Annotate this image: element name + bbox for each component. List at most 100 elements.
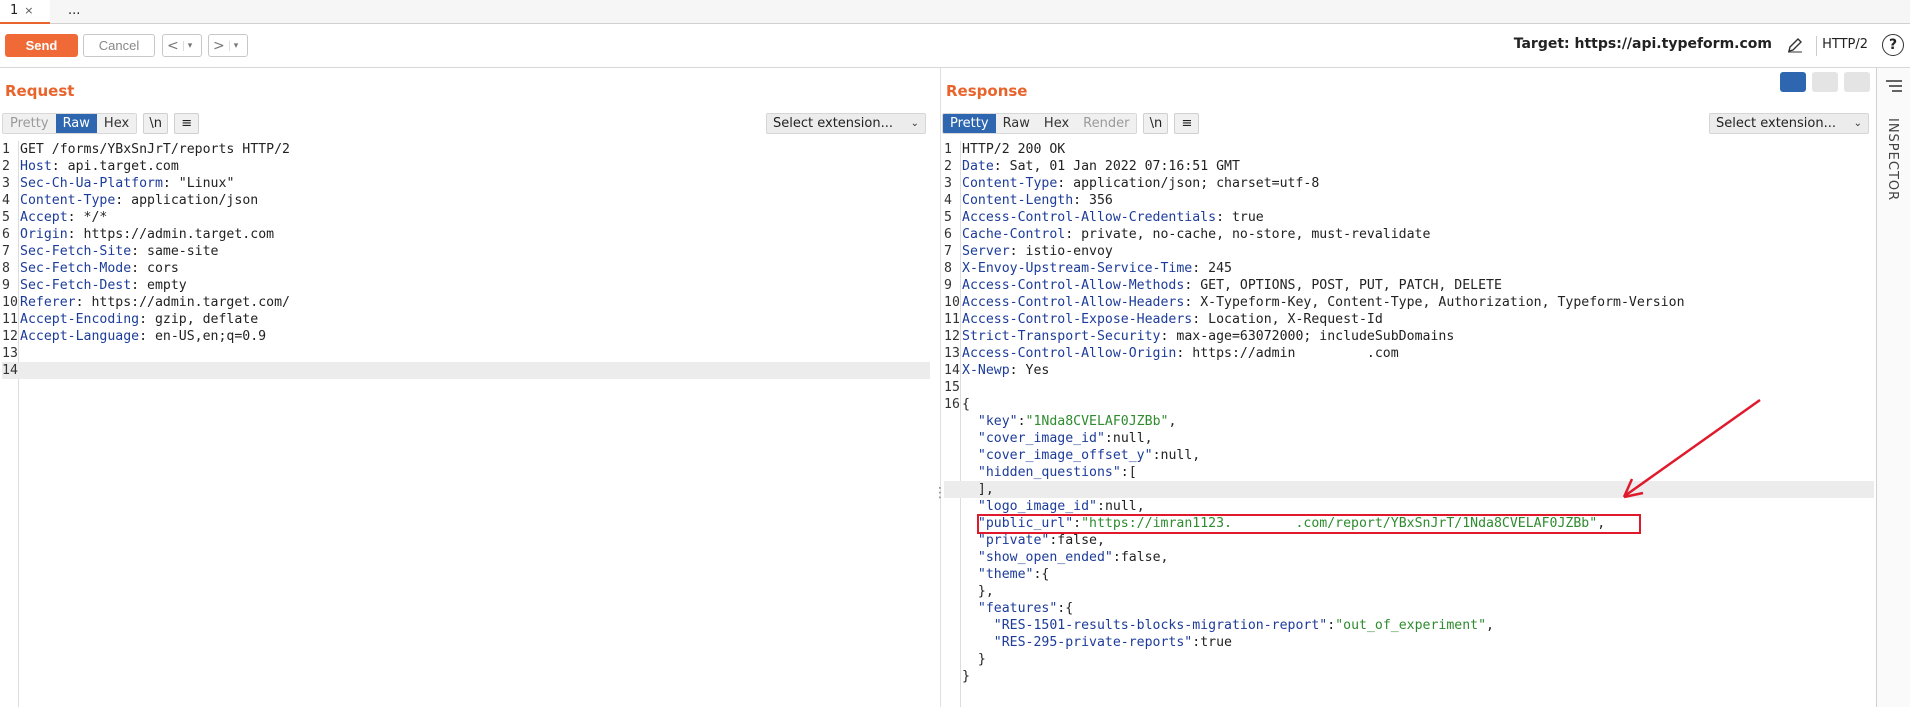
tab-more[interactable]: ... <box>58 0 88 24</box>
line-number: 11 <box>944 312 960 327</box>
line-number: 6 <box>944 227 952 242</box>
code-line: 10 Referer: https://admin.target.com/ <box>2 294 930 311</box>
pencil-icon[interactable] <box>1786 36 1804 54</box>
header-value: : GET, OPTIONS, POST, PUT, PATCH, DELETE <box>1184 278 1502 293</box>
chevron-down-icon[interactable]: ▾ <box>228 40 243 51</box>
help-icon[interactable]: ? <box>1882 34 1904 56</box>
tab-raw[interactable]: Raw <box>55 114 97 133</box>
response-select-extension[interactable]: Select extension... ⌄ <box>1709 113 1869 134</box>
code-line: 13 <box>2 345 930 362</box>
json-token: null, <box>1104 499 1145 514</box>
line-number: 8 <box>2 261 10 276</box>
header-name: Referer <box>20 295 76 310</box>
split-view-icon[interactable] <box>1780 72 1806 92</box>
header-value: : same-site <box>131 244 219 259</box>
code-line: 2 Host: api.target.com <box>2 158 930 175</box>
header-value: GET /forms/YBxSnJrT/reports HTTP/2 <box>20 142 290 157</box>
menu-icon[interactable]: ≡ <box>1174 113 1200 134</box>
header-value: : Yes <box>1009 363 1050 378</box>
header-name: Content-Type <box>962 176 1058 191</box>
menu-icon[interactable]: ≡ <box>174 113 200 134</box>
single-view-icon[interactable] <box>1844 72 1870 92</box>
header-value: : true <box>1216 210 1264 225</box>
back-button[interactable]: < ▾ <box>162 34 202 57</box>
cancel-button[interactable]: Cancel <box>83 34 155 57</box>
inspector-label[interactable]: INSPECTOR <box>1885 118 1900 201</box>
tab-raw[interactable]: Raw <box>995 114 1037 133</box>
response-mode-bar: Pretty Raw Hex Render \n ≡ <box>942 113 1200 134</box>
json-key: "RES-295-private-reports" <box>962 635 1193 650</box>
newline-toggle-button[interactable]: \n <box>143 113 169 134</box>
code-line: 5 Accept: */* <box>2 209 930 226</box>
chevron-down-icon[interactable]: ▾ <box>182 40 197 51</box>
header-name: Accept-Encoding <box>20 312 140 327</box>
json-key: "cover_image_id" <box>962 431 1105 446</box>
tab-pretty[interactable]: Pretty <box>943 114 996 133</box>
request-editor[interactable]: 1 GET /forms/YBxSnJrT/reports HTTP/2 2 Host… <box>2 141 930 379</box>
pane-divider[interactable] <box>940 68 941 707</box>
layout-toggle <box>1780 72 1870 92</box>
tab-hex[interactable]: Hex <box>96 114 137 133</box>
json-separator: : <box>1192 635 1201 650</box>
json-key: "RES-1501-results-blocks-migration-repor… <box>962 618 1328 633</box>
header-name: Access-Control-Allow-Credentials <box>962 210 1217 225</box>
line-number: 13 <box>944 346 960 361</box>
header-value: : https://admin.target.com/ <box>75 295 290 310</box>
header-value: : "Linux" <box>162 176 235 191</box>
json-separator: : <box>1120 465 1129 480</box>
tab-render[interactable]: Render <box>1076 114 1137 133</box>
response-mode-tabs: Pretty Raw Hex Render <box>942 113 1138 134</box>
json-token: { <box>1065 601 1074 616</box>
json-token: , <box>1168 414 1177 429</box>
tab-pretty[interactable]: Pretty <box>3 114 56 133</box>
header-value: : https://admin.target.com <box>67 227 275 242</box>
horizontal-view-icon[interactable] <box>1812 72 1838 92</box>
toolbar: Send Cancel < ▾ > ▾ Target: https://api.ty… <box>0 24 1910 68</box>
json-separator: : <box>1104 431 1113 446</box>
header-value: : Sat, 01 Jan 2022 07:16:51 GMT <box>993 159 1240 174</box>
line-number: 3 <box>2 176 10 191</box>
code-line: 8 Sec-Fetch-Mode: cors <box>2 260 930 277</box>
header-name: X-Envoy-Upstream-Service-Time <box>962 261 1193 276</box>
code-line: 6 Cache-Control: private, no-cache, no-st… <box>944 226 1874 243</box>
line-number: 3 <box>944 176 952 191</box>
json-line: } <box>944 651 1874 668</box>
line-number: 7 <box>944 244 952 259</box>
request-select-extension[interactable]: Select extension... ⌄ <box>766 113 926 134</box>
send-button[interactable]: Send <box>5 34 78 57</box>
json-line: "show_open_ended":false, <box>944 549 1874 566</box>
line-number: 4 <box>2 193 10 208</box>
menu-icon[interactable] <box>1886 80 1902 92</box>
code-line: 3 Sec-Ch-Ua-Platform: "Linux" <box>2 175 930 192</box>
tab-hex[interactable]: Hex <box>1036 114 1077 133</box>
inspector-sidebar[interactable]: INSPECTOR <box>1876 68 1910 707</box>
code-line: 14 X-Newp: Yes <box>944 362 1874 379</box>
header-name: Access-Control-Allow-Origin <box>962 346 1177 361</box>
select-extension-label: Select extension... <box>773 116 894 131</box>
json-token: false, <box>1057 533 1105 548</box>
header-name: Cache-Control <box>962 227 1066 242</box>
json-key: "hidden_questions" <box>962 465 1121 480</box>
line-number: 2 <box>2 159 10 174</box>
code-line: 6 Origin: https://admin.target.com <box>2 226 930 243</box>
tab-1[interactable]: 1 × <box>0 0 50 24</box>
header-value: { <box>962 397 970 412</box>
header-name: Sec-Fetch-Mode <box>20 261 132 276</box>
request-mode-tabs: Pretty Raw Hex <box>2 113 138 134</box>
header-name: Date <box>962 159 994 174</box>
header-name: Server <box>962 244 1010 259</box>
header-value: : private, no-cache, no-store, must-reva… <box>1065 227 1431 242</box>
forward-button[interactable]: > ▾ <box>208 34 248 57</box>
json-token: , <box>1486 618 1494 633</box>
annotation-arrow <box>1622 398 1761 499</box>
line-number: 13 <box>2 346 18 361</box>
protocol-label[interactable]: HTTP/2 <box>1822 37 1868 52</box>
close-tab-icon[interactable]: × <box>24 4 33 17</box>
header-name: Accept-Language <box>20 329 140 344</box>
line-number: 5 <box>944 210 952 225</box>
newline-toggle-button[interactable]: \n <box>1143 113 1169 134</box>
line-number: 12 <box>944 329 960 344</box>
json-token: }, <box>962 584 994 599</box>
json-key: "features" <box>962 601 1058 616</box>
json-token: } <box>962 652 986 667</box>
